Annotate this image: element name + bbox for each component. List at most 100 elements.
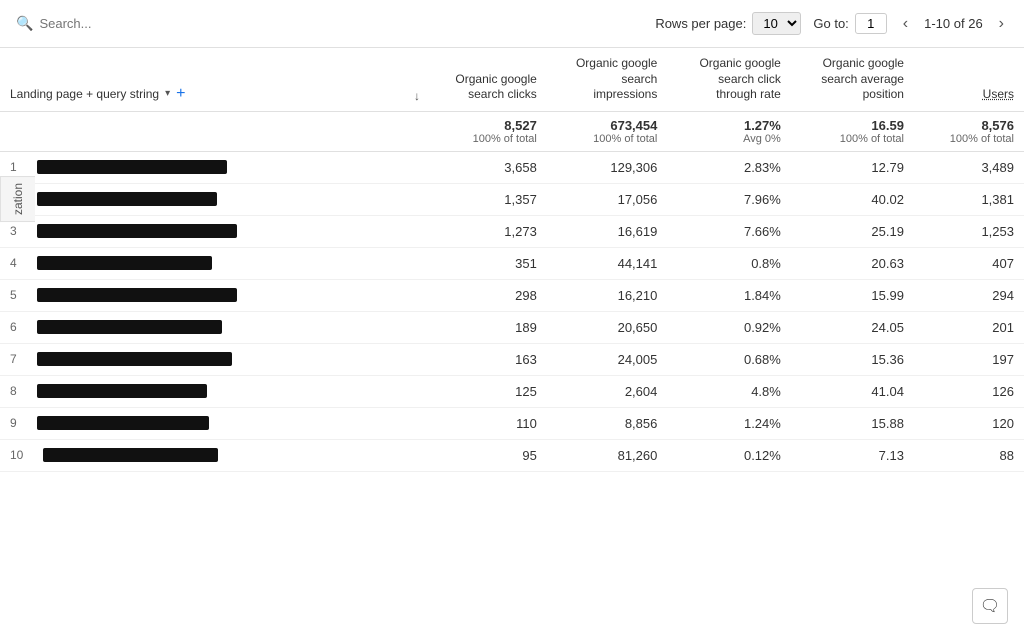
ctr-cell-8: 1.24% (667, 407, 790, 439)
impressions-cell-0: 129,306 (547, 151, 668, 183)
zation-tab: zation (0, 176, 35, 222)
dim-cell-5: 6 (0, 311, 320, 343)
dim-cell-2: 3 (0, 215, 320, 247)
dim-cell-0: 1 (0, 151, 320, 183)
pagination-controls: Rows per page: 10 25 50 Go to: ‹ 1-10 of… (655, 12, 1008, 35)
redacted-content (37, 192, 217, 206)
goto-label: Go to: (813, 16, 848, 31)
rows-per-page-label: Rows per page: (655, 16, 746, 31)
impressions-cell-3: 44,141 (547, 247, 668, 279)
row-number: 8 (10, 384, 17, 398)
row-number: 1 (10, 160, 17, 174)
impressions-cell-9: 81,260 (547, 439, 668, 471)
impressions-cell-2: 16,619 (547, 215, 668, 247)
impressions-cell-4: 16,210 (547, 279, 668, 311)
impressions-cell-1: 17,056 (547, 183, 668, 215)
clicks-cell-7: 125 (430, 375, 547, 407)
chat-icon-symbol: 🗨 (980, 596, 1000, 616)
redacted-content (37, 160, 227, 174)
rows-per-page-select[interactable]: 10 25 50 (752, 12, 801, 35)
row-number: 3 (10, 224, 17, 238)
position-cell-8: 15.88 (791, 407, 914, 439)
redacted-content (37, 320, 222, 334)
row-number: 5 (10, 288, 17, 302)
sort-cell-0 (320, 151, 430, 183)
dim-cell-8: 9 (0, 407, 320, 439)
add-dimension-button[interactable]: + (176, 85, 185, 103)
clicks-cell-2: 1,273 (430, 215, 547, 247)
sort-cell-1 (320, 183, 430, 215)
page-range: 1-10 of 26 (924, 16, 983, 31)
sort-cell-5 (320, 311, 430, 343)
search-input[interactable] (39, 16, 159, 31)
users-cell-5: 201 (914, 311, 1024, 343)
redacted-content (43, 448, 218, 462)
table-row: 5 298 16,210 1.84% 15.99 294 (0, 279, 1024, 311)
next-page-button[interactable]: › (995, 15, 1008, 33)
users-cell-6: 197 (914, 343, 1024, 375)
table-row: 3 1,273 16,619 7.66% 25.19 1,253 (0, 215, 1024, 247)
totals-position: 16.59 100% of total (791, 111, 914, 151)
chat-button[interactable]: 🗨 (972, 588, 1008, 624)
clicks-cell-9: 95 (430, 439, 547, 471)
search-box: 🔍 (16, 15, 159, 32)
sort-cell-2 (320, 215, 430, 247)
ctr-cell-5: 0.92% (667, 311, 790, 343)
position-cell-2: 25.19 (791, 215, 914, 247)
ctr-cell-6: 0.68% (667, 343, 790, 375)
sort-cell-9 (320, 439, 430, 471)
rows-per-page: Rows per page: 10 25 50 (655, 12, 801, 35)
impressions-cell-5: 20,650 (547, 311, 668, 343)
dim-cell-4: 5 (0, 279, 320, 311)
ctr-cell-4: 1.84% (667, 279, 790, 311)
users-cell-4: 294 (914, 279, 1024, 311)
sort-cell-7 (320, 375, 430, 407)
col-header-impressions: Organic google search impressions (547, 48, 668, 111)
col-header-users: Users (914, 48, 1024, 111)
position-cell-0: 12.79 (791, 151, 914, 183)
sort-cell-3 (320, 247, 430, 279)
position-cell-6: 15.36 (791, 343, 914, 375)
ctr-cell-3: 0.8% (667, 247, 790, 279)
totals-users: 8,576 100% of total (914, 111, 1024, 151)
impressions-cell-8: 8,856 (547, 407, 668, 439)
users-cell-9: 88 (914, 439, 1024, 471)
position-cell-7: 41.04 (791, 375, 914, 407)
col-header-clicks: Organic google search clicks (430, 48, 547, 111)
ctr-cell-1: 7.96% (667, 183, 790, 215)
ctr-cell-2: 7.66% (667, 215, 790, 247)
dimension-column-header: Landing page + query string ▾ + (0, 48, 320, 111)
sort-icon[interactable]: ↓ (414, 89, 420, 103)
dimension-label: Landing page + query string (10, 87, 159, 101)
col-header-position: Organic google search average position (791, 48, 914, 111)
prev-page-button[interactable]: ‹ (899, 15, 912, 33)
clicks-cell-6: 163 (430, 343, 547, 375)
position-cell-5: 24.05 (791, 311, 914, 343)
clicks-cell-0: 3,658 (430, 151, 547, 183)
row-number: 10 (10, 448, 23, 462)
position-cell-4: 15.99 (791, 279, 914, 311)
users-cell-1: 1,381 (914, 183, 1024, 215)
impressions-cell-7: 2,604 (547, 375, 668, 407)
search-icon: 🔍 (16, 15, 33, 32)
dimension-dropdown-icon[interactable]: ▾ (165, 88, 170, 99)
users-cell-2: 1,253 (914, 215, 1024, 247)
table-row: 2 1,357 17,056 7.96% 40.02 1,381 (0, 183, 1024, 215)
users-cell-3: 407 (914, 247, 1024, 279)
table-row: 8 125 2,604 4.8% 41.04 126 (0, 375, 1024, 407)
totals-row: 8,527 100% of total 673,454 100% of tota… (0, 111, 1024, 151)
users-cell-0: 3,489 (914, 151, 1024, 183)
row-number: 9 (10, 416, 17, 430)
redacted-content (37, 224, 237, 238)
goto-input[interactable] (855, 13, 887, 34)
clicks-cell-4: 298 (430, 279, 547, 311)
redacted-content (37, 416, 209, 430)
dim-cell-6: 7 (0, 343, 320, 375)
table-row: 10 95 81,260 0.12% 7.13 88 (0, 439, 1024, 471)
ctr-cell-0: 2.83% (667, 151, 790, 183)
row-number: 7 (10, 352, 17, 366)
clicks-cell-3: 351 (430, 247, 547, 279)
totals-sort-cell (320, 111, 430, 151)
position-cell-1: 40.02 (791, 183, 914, 215)
ctr-cell-9: 0.12% (667, 439, 790, 471)
